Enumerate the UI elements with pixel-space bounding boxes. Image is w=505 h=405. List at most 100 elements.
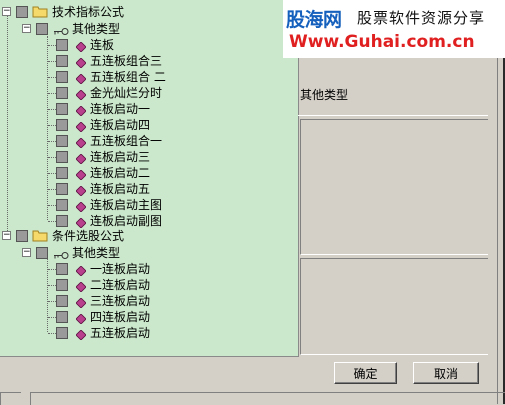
collapse-icon[interactable]: − — [22, 24, 31, 33]
banner-subtitle: 股票软件资源分享 — [357, 9, 486, 27]
formula-tree[interactable]: − 技术指标公式 − 其他类型 连板五连板组合三 五连板组合 二金光灿烂分时 连板启… — [0, 0, 299, 357]
tree-subgroup-screening-other[interactable]: − 其他类型 — [0, 245, 298, 261]
formula-description-box — [300, 119, 489, 255]
formula-icon — [75, 328, 87, 344]
collapse-icon[interactable]: − — [2, 231, 11, 240]
item-checkbox[interactable] — [56, 103, 68, 115]
tree-item[interactable]: 连板启动副图 — [0, 213, 298, 229]
site-banner: 股海网 股票软件资源分享 Www.Guhai.com.cn — [283, 0, 505, 58]
tree-subgroup-technical-other[interactable]: − 其他类型 — [0, 21, 298, 37]
tree-connector — [48, 141, 56, 142]
item-checkbox[interactable] — [56, 71, 68, 83]
tree-item[interactable]: 三连板启动 — [0, 293, 298, 309]
item-checkbox[interactable] — [56, 55, 68, 67]
item-checkbox[interactable] — [56, 151, 68, 163]
tree-item-label: 二连板启动 — [90, 278, 151, 292]
divider — [298, 115, 488, 116]
tree-item[interactable]: 五连板组合一 — [0, 133, 298, 149]
subgroup-checkbox[interactable] — [36, 23, 48, 35]
tree-connector — [48, 77, 56, 78]
subgroup-checkbox[interactable] — [36, 247, 48, 259]
tree-item-label: 连板启动二 — [90, 166, 151, 180]
tree-item[interactable]: 五连板启动 — [0, 325, 298, 341]
tree-connector — [48, 93, 56, 94]
tree-item-label: 五连板组合一 — [90, 134, 163, 148]
tree-item[interactable]: 连板启动三 — [0, 149, 298, 165]
formula-params-box — [300, 258, 489, 355]
item-checkbox[interactable] — [56, 199, 68, 211]
tree-item[interactable]: 连板 — [0, 37, 298, 53]
item-checkbox[interactable] — [56, 311, 68, 323]
tree-item[interactable]: 连板启动五 — [0, 181, 298, 197]
status-strip — [30, 392, 505, 405]
item-checkbox[interactable] — [56, 215, 68, 227]
tree-item-label: 连板 — [90, 38, 115, 52]
tree-item[interactable]: 连板启动四 — [0, 117, 298, 133]
tree-subgroup-label: 其他类型 — [72, 22, 121, 36]
tree-item-label: 五连板组合三 — [90, 54, 163, 68]
tree-item-label: 一连板启动 — [90, 262, 151, 276]
tree-item[interactable]: 连板启动一 — [0, 101, 298, 117]
item-checkbox[interactable] — [56, 295, 68, 307]
tree-item-label: 连板启动四 — [90, 118, 151, 132]
tree-item-label: 连板启动五 — [90, 182, 151, 196]
tree-item[interactable]: 金光灿烂分时 — [0, 85, 298, 101]
tree-item[interactable]: 一连板启动 — [0, 261, 298, 277]
item-checkbox[interactable] — [56, 87, 68, 99]
item-checkbox[interactable] — [56, 279, 68, 291]
collapse-icon[interactable]: − — [2, 7, 11, 16]
tree-connector — [48, 269, 56, 270]
formula-type-label: 其他类型 — [300, 88, 349, 102]
tree-connector — [48, 301, 56, 302]
tree-item-label: 连板启动主图 — [90, 198, 163, 212]
tree-connector — [48, 189, 56, 190]
banner-title: 股海网 — [286, 9, 342, 31]
tree-item-label: 连板启动副图 — [90, 214, 163, 228]
tree-item[interactable]: 连板启动主图 — [0, 197, 298, 213]
tree-item[interactable]: 五连板组合三 — [0, 53, 298, 69]
item-checkbox[interactable] — [56, 263, 68, 275]
tree-connector — [48, 109, 56, 110]
item-checkbox[interactable] — [56, 39, 68, 51]
tree-item[interactable]: 连板启动二 — [0, 165, 298, 181]
status-strip — [0, 392, 21, 405]
tree-item-label: 四连板启动 — [90, 310, 151, 324]
item-checkbox[interactable] — [56, 183, 68, 195]
tree-item-label: 五连板启动 — [90, 326, 151, 340]
divider — [497, 58, 498, 404]
ok-button[interactable]: 确定 — [334, 362, 397, 384]
tree-connector — [48, 157, 56, 158]
folder-icon — [32, 5, 48, 22]
tree-group-label: 条件选股公式 — [52, 229, 125, 243]
tree-item-label: 连板启动三 — [90, 150, 151, 164]
tree-item-label: 三连板启动 — [90, 294, 151, 308]
tree-connector — [48, 317, 56, 318]
banner-url: Www.Guhai.com.cn — [289, 32, 475, 52]
collapse-icon[interactable]: − — [22, 248, 31, 257]
tree-item-label: 金光灿烂分时 — [90, 86, 163, 100]
tree-item-label: 五连板组合 二 — [90, 70, 166, 84]
group-checkbox[interactable] — [16, 230, 28, 242]
tree-connector — [48, 285, 56, 286]
tree-connector — [48, 173, 56, 174]
tree-connector — [48, 205, 56, 206]
item-checkbox[interactable] — [56, 135, 68, 147]
folder-icon — [32, 229, 48, 246]
tree-connector — [48, 61, 56, 62]
cancel-button[interactable]: 取消 — [413, 362, 479, 384]
item-checkbox[interactable] — [56, 327, 68, 339]
tree-connector — [48, 221, 56, 222]
tree-group-label: 技术指标公式 — [52, 5, 125, 19]
item-checkbox[interactable] — [56, 119, 68, 131]
tree-item-label: 连板启动一 — [90, 102, 151, 116]
tree-group-technical[interactable]: − 技术指标公式 — [0, 4, 298, 20]
tree-connector — [48, 45, 56, 46]
tree-item[interactable]: 五连板组合 二 — [0, 69, 298, 85]
item-checkbox[interactable] — [56, 167, 68, 179]
tree-connector — [48, 125, 56, 126]
group-checkbox[interactable] — [16, 6, 28, 18]
tree-group-screening[interactable]: − 条件选股公式 — [0, 228, 298, 244]
tree-connector — [48, 333, 56, 334]
tree-item[interactable]: 四连板启动 — [0, 309, 298, 325]
tree-item[interactable]: 二连板启动 — [0, 277, 298, 293]
